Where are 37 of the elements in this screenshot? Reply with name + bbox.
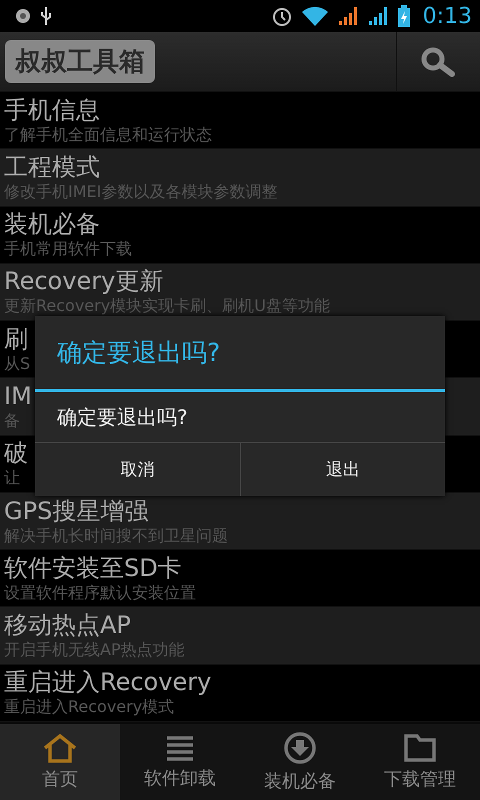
nav-tab[interactable]: 下载管理 (360, 724, 480, 800)
item-subtitle: 设置软件程序默认安装位置 (4, 582, 196, 603)
item-title[interactable]: GPS搜星增强 (4, 496, 148, 526)
nav-tab[interactable]: 首页 (0, 724, 120, 800)
app-logo: 叔叔工具箱 (5, 40, 155, 83)
item-subtitle: 手机常用软件下载 (4, 239, 132, 260)
item-subtitle: 重启进入Recovery模式 (4, 697, 174, 718)
item-title[interactable]: 手机信息 (4, 96, 100, 125)
item-subtitle: 了解手机全面信息和运行状态 (4, 124, 212, 145)
nav-tab[interactable]: 装机必备 (240, 724, 360, 800)
clock-time: 0:13 (422, 4, 472, 28)
item-subtitle: 让 (4, 468, 20, 488)
wifi-icon (300, 5, 329, 27)
download-icon (283, 731, 317, 765)
item-title[interactable]: 移动热点AP (4, 611, 131, 640)
dialog-button[interactable]: 退出 (240, 443, 445, 496)
dialog-message: 确定要退出吗? (56, 404, 189, 430)
item-title[interactable]: IM (4, 382, 32, 411)
item-title[interactable]: 装机必备 (4, 210, 100, 240)
signal-icon (366, 5, 389, 27)
home-icon (42, 733, 78, 763)
nav-tab[interactable]: 软件卸载 (120, 724, 240, 800)
list-icon (165, 734, 195, 762)
folder-icon (403, 733, 437, 763)
item-subtitle: 从S (4, 354, 30, 374)
item-title[interactable]: 软件安装至SD卡 (4, 554, 182, 583)
dialog-button[interactable]: 取消 (35, 443, 240, 496)
signal-icon (336, 5, 359, 27)
dialog-title: 确定要退出吗? (35, 316, 445, 392)
item-title[interactable]: 刷 (4, 324, 28, 354)
item-title[interactable]: 工程模式 (4, 152, 100, 182)
item-title[interactable]: 重启进入Recovery (4, 668, 212, 698)
alarm-icon (270, 5, 293, 27)
usb-icon (40, 6, 52, 26)
item-title[interactable]: 破 (4, 439, 28, 468)
item-title[interactable]: Recovery更新 (4, 267, 164, 296)
battery-icon (396, 5, 411, 27)
